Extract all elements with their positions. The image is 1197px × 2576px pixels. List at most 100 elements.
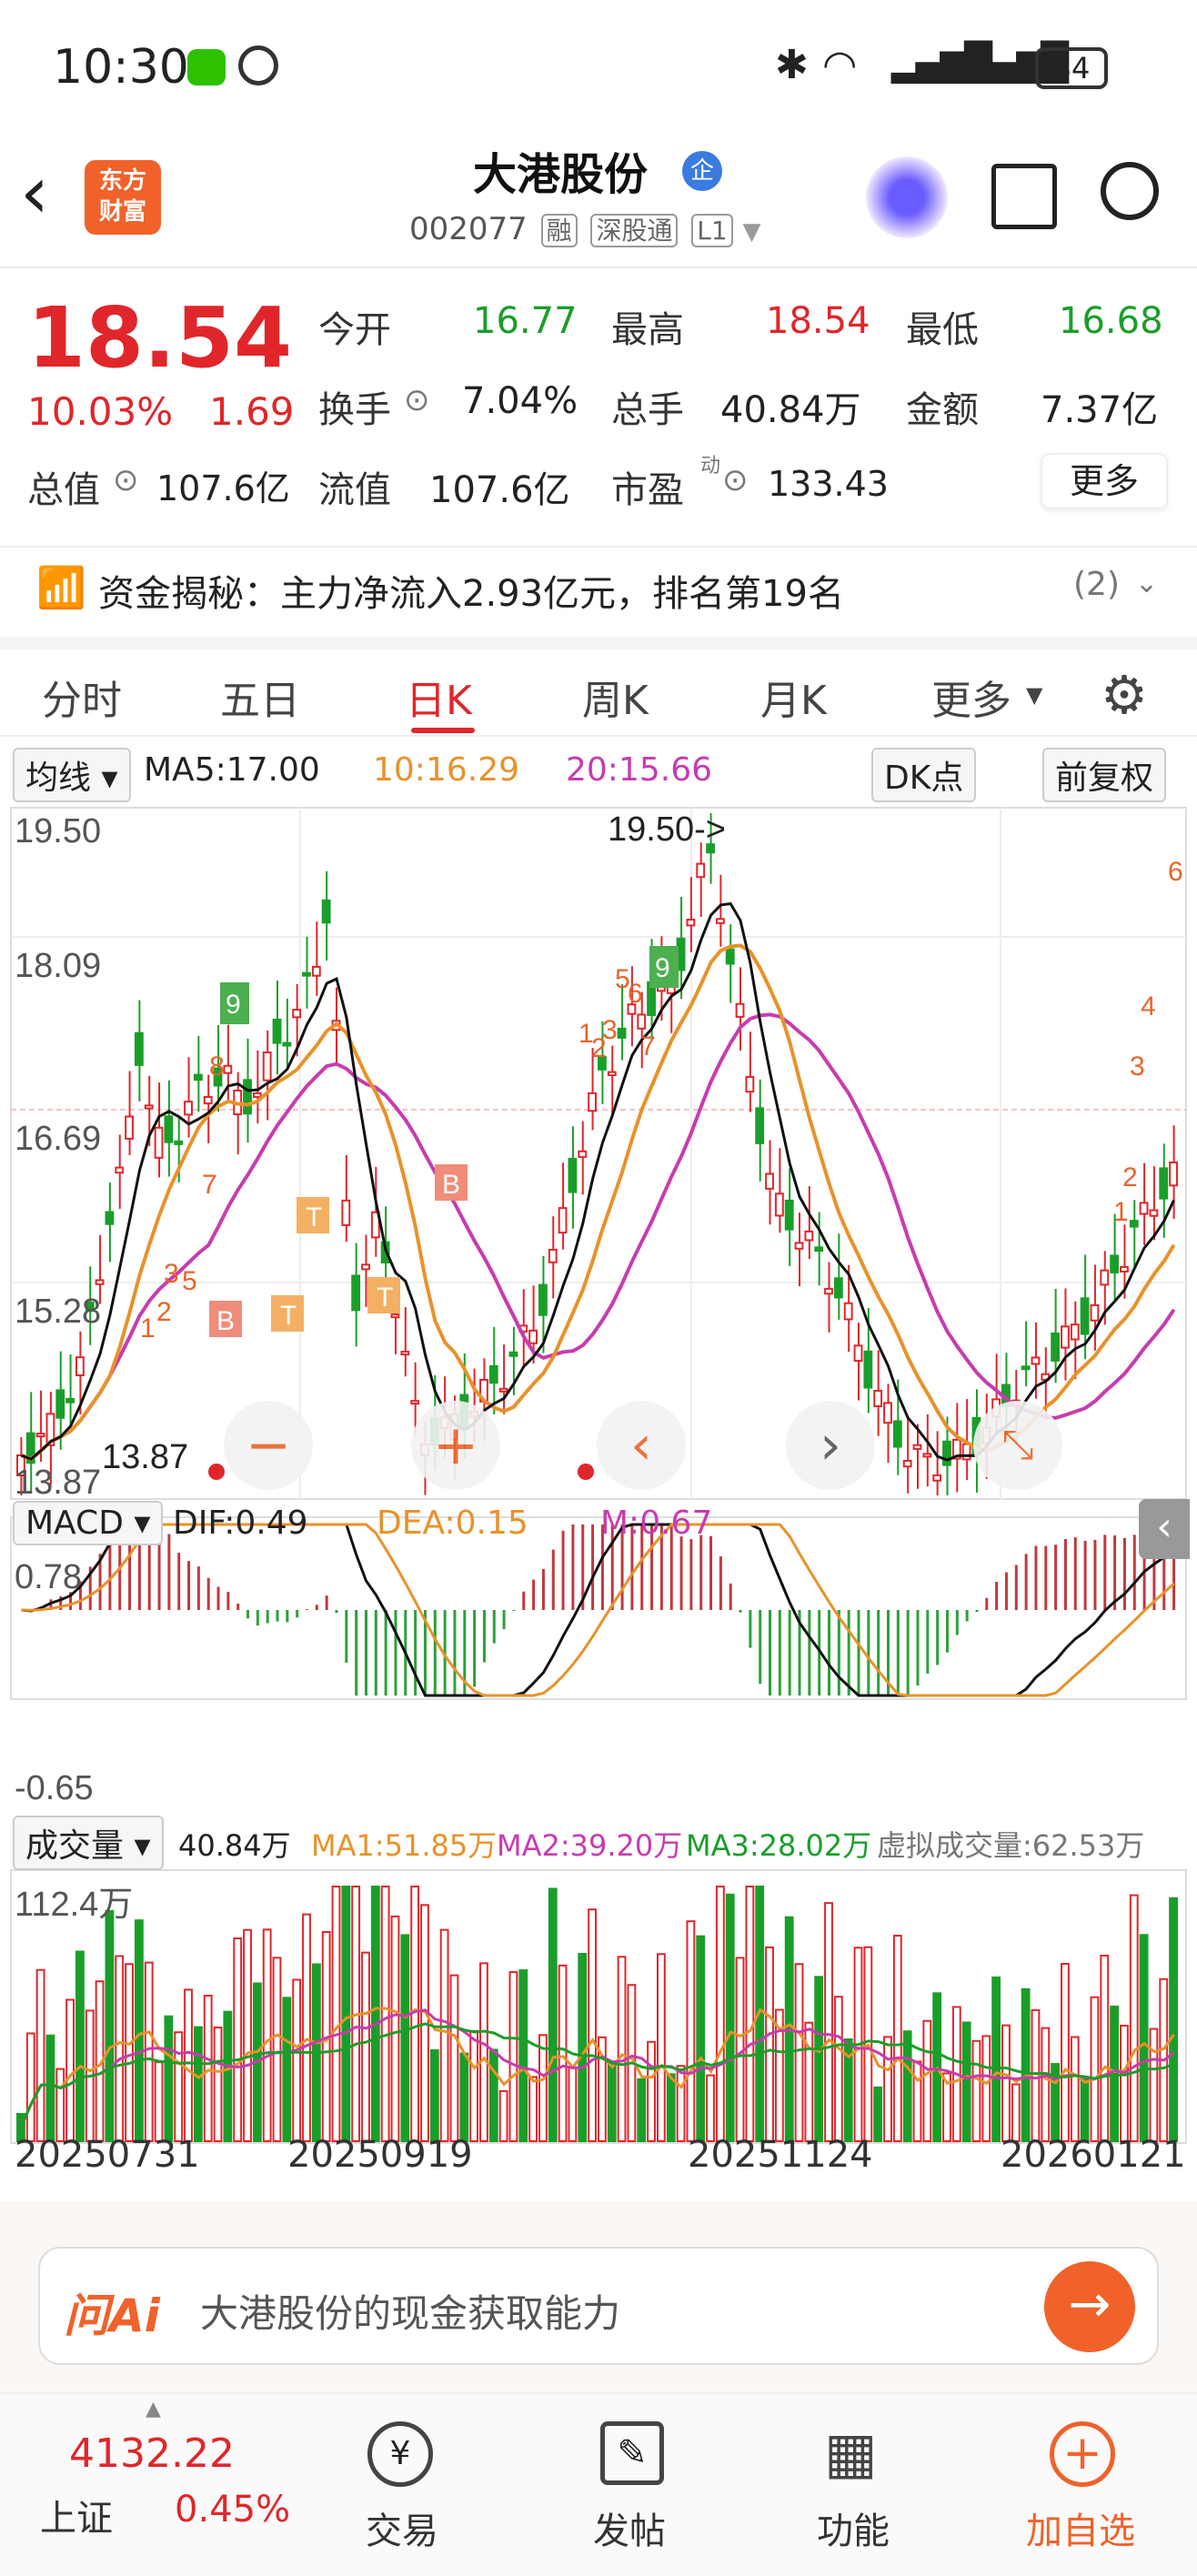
- nav-trade[interactable]: 交易: [366, 2501, 438, 2554]
- candle-body: [1169, 1161, 1178, 1187]
- event-dot[interactable]: [208, 1464, 225, 1480]
- volume-bar: [814, 1976, 824, 2143]
- volume-bar: [174, 2031, 184, 2142]
- float-label: 流值: [318, 469, 391, 511]
- wifi-icon: ◠: [822, 42, 858, 88]
- volume-bar: [991, 1976, 1001, 2142]
- gear-icon[interactable]: ⚙: [1101, 664, 1148, 726]
- volume-bar: [184, 1988, 193, 2142]
- volume-value: 40.84万: [720, 389, 861, 431]
- high-label: 最高: [611, 309, 684, 351]
- ma5-value: MA5:17.00: [144, 751, 320, 789]
- volume-bar: [607, 2061, 617, 2142]
- fullscreen-button[interactable]: ⤡: [973, 1401, 1062, 1490]
- candle-body: [1159, 1167, 1169, 1200]
- trade-icon[interactable]: ¥: [367, 2421, 433, 2487]
- mktcap-label: 总值: [27, 469, 100, 511]
- candle-body: [853, 1344, 863, 1363]
- ai-ask-bar[interactable]: 问Ai 大港股份的现金获取能力 →: [38, 2247, 1159, 2365]
- date-axis: 20250731 20250919 20251124 20260121: [0, 2134, 1197, 2185]
- scroll-left-button[interactable]: ‹: [597, 1401, 686, 1490]
- y-label-1: 19.50: [15, 812, 101, 850]
- svg-text:T: T: [280, 1301, 297, 1331]
- zoom-in-button[interactable]: +: [411, 1401, 500, 1490]
- grid-icon[interactable]: ▦: [824, 2421, 878, 2485]
- volume-bar: [400, 1934, 410, 2142]
- volume-bar: [35, 1968, 45, 2142]
- vol-ma1-value: MA1:51.85万: [311, 1828, 498, 1863]
- volume-bar: [45, 2034, 55, 2143]
- candle-body: [873, 1389, 883, 1407]
- back-icon[interactable]: ‹: [20, 156, 49, 229]
- tab-five-day[interactable]: 五日: [220, 668, 300, 726]
- candle-body: [804, 1230, 814, 1242]
- candle-body: [292, 1009, 302, 1019]
- volume-bar: [292, 1978, 302, 2142]
- volume-bar: [341, 1886, 351, 2142]
- volume-selector[interactable]: 成交量 ▾: [13, 1816, 164, 1870]
- candle-body: [637, 1013, 647, 1030]
- battery-icon: 84: [1035, 47, 1108, 89]
- tab-weekly-k[interactable]: 周K: [582, 668, 649, 726]
- adjust-button[interactable]: 前复权: [1042, 748, 1167, 802]
- scroll-right-button[interactable]: ›: [786, 1401, 875, 1490]
- tab-daily-k[interactable]: 日K: [406, 668, 472, 726]
- tab-intraday[interactable]: 分时: [42, 668, 122, 726]
- volume-bar: [213, 2027, 223, 2143]
- volume-bar: [588, 1908, 598, 2143]
- edit-icon[interactable]: ✎: [600, 2421, 664, 2485]
- candle-body: [115, 1166, 125, 1174]
- dk-point-button[interactable]: DK点: [871, 748, 977, 802]
- candle-body: [548, 1248, 558, 1263]
- volume-bar: [981, 2035, 991, 2143]
- volume-label: 总手: [611, 389, 684, 431]
- candle-body: [843, 1302, 853, 1321]
- info-icon-2[interactable]: ⊙: [113, 462, 139, 498]
- candle-body: [184, 1101, 193, 1116]
- chevron-down-icon[interactable]: ▼: [743, 218, 761, 246]
- candle-body: [351, 1274, 361, 1312]
- index-value[interactable]: 4132.22: [69, 2430, 235, 2477]
- capital-row[interactable]: 📶 资金揭秘：主力净流入2.93亿元，排名第19名 (2) ⌄: [0, 546, 1197, 628]
- collapse-panel-button[interactable]: ‹: [1139, 1499, 1190, 1559]
- candle-body: [272, 1018, 282, 1044]
- candle-body: [784, 1199, 794, 1231]
- arrow-right-icon[interactable]: →: [1044, 2261, 1135, 2352]
- zoom-out-button[interactable]: −: [224, 1401, 313, 1490]
- tab-more[interactable]: 更多: [931, 668, 1011, 726]
- candle-body: [715, 918, 725, 924]
- volume-bar: [922, 2019, 932, 2142]
- nav-functions[interactable]: 功能: [817, 2501, 890, 2554]
- candle-body: [883, 1402, 892, 1424]
- volume-bar: [892, 1935, 902, 2143]
- svg-text:4: 4: [1141, 991, 1156, 1021]
- add-circle-icon[interactable]: +: [1050, 2421, 1115, 2487]
- info-icon[interactable]: ⊙: [404, 382, 430, 418]
- app-logo[interactable]: 东方 财富: [85, 160, 161, 235]
- candle-body: [134, 1031, 144, 1066]
- index-name: 上证: [40, 2498, 113, 2540]
- ma-selector[interactable]: 均线 ▾: [13, 748, 131, 802]
- info-icon-3[interactable]: ⊙: [722, 462, 749, 498]
- more-button[interactable]: 更多: [1041, 453, 1168, 509]
- volume-legend: 成交量 ▾ 40.84万 MA1:51.85万 MA2:39.20万 MA3:2…: [0, 1816, 1197, 1870]
- assistant-avatar[interactable]: [866, 156, 948, 238]
- search-icon[interactable]: [1101, 162, 1159, 220]
- tab-monthly-k[interactable]: 月K: [760, 668, 827, 726]
- ai-question-text: 大港股份的现金获取能力: [200, 2291, 621, 2336]
- nav-add-watchlist[interactable]: 加自选: [1026, 2501, 1135, 2554]
- volume-bar: [656, 1953, 666, 2143]
- candle-body: [390, 1313, 400, 1319]
- volume-bar: [538, 2034, 548, 2143]
- nav-post[interactable]: 发帖: [593, 2501, 666, 2554]
- candle-body: [922, 1453, 932, 1458]
- candle-body: [902, 1460, 912, 1468]
- chevron-down-icon-2[interactable]: ⌄: [1135, 568, 1158, 599]
- share-icon[interactable]: [991, 164, 1057, 229]
- y-label-5: 13.87: [15, 1464, 101, 1502]
- candle-body: [1110, 1254, 1120, 1273]
- event-dot-2[interactable]: [578, 1464, 594, 1480]
- volume-bar: [55, 2068, 65, 2143]
- dif-value: DIF:0.49: [173, 1504, 308, 1542]
- macd-selector[interactable]: MACD ▾: [13, 1501, 164, 1545]
